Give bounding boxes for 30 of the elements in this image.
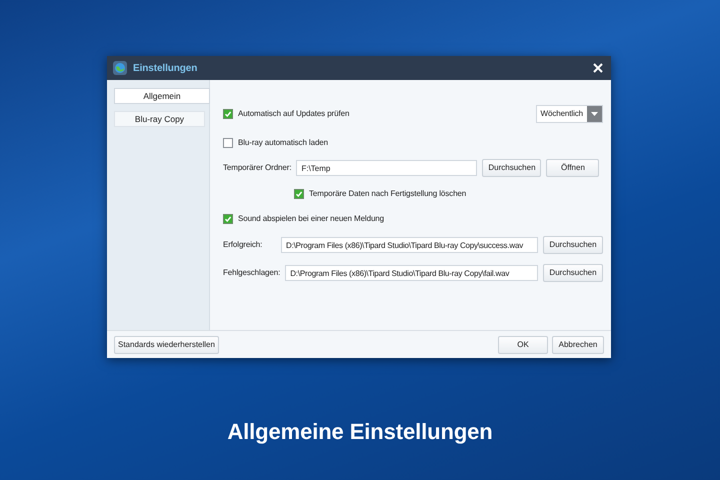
checkbox[interactable] — [223, 138, 233, 148]
frequency-dropdown[interactable]: Wöchentlich — [536, 105, 603, 123]
checkbox[interactable] — [223, 214, 233, 224]
sidebar-tab[interactable]: Allgemein — [114, 88, 210, 104]
window-title: Einstellungen — [133, 62, 198, 76]
button[interactable]: OK — [498, 336, 548, 354]
button[interactable]: Durchsuchen — [482, 159, 542, 177]
field-label: Erfolgreich: — [223, 239, 264, 251]
button[interactable]: Durchsuchen — [543, 264, 603, 282]
checkbox-label: Sound abspielen bei einer neuen Meldung — [238, 213, 384, 225]
caret-icon[interactable] — [587, 106, 602, 122]
checkbox[interactable] — [223, 109, 233, 119]
button[interactable]: Durchsuchen — [543, 236, 603, 254]
app-icon — [113, 61, 127, 75]
path-field[interactable]: D:\Program Files (x86)\Tipard Studio\Tipard Blu-ray Copy\success.wav — [281, 237, 538, 253]
button[interactable]: Abbrechen — [552, 336, 604, 354]
field-label: Fehlgeschlagen: — [223, 267, 280, 279]
button[interactable]: Standards wiederherstellen — [114, 336, 219, 354]
dropdown-value: Wöchentlich — [540, 108, 584, 120]
checkbox-label: Blu-ray automatisch laden — [238, 137, 328, 149]
close-icon[interactable] — [591, 61, 605, 75]
path-field[interactable]: D:\Program Files (x86)\Tipard Studio\Tipard Blu-ray Copy\fail.wav — [285, 265, 538, 281]
checkbox-label: Temporäre Daten nach Fertigstellung löschen — [309, 188, 466, 200]
field-label: Temporärer Ordner: — [223, 162, 292, 174]
checkbox-label: Automatisch auf Updates prüfen — [238, 108, 350, 120]
caption: Allgemeine Einstellungen — [226, 418, 494, 446]
checkbox[interactable] — [294, 189, 304, 199]
button[interactable]: Öffnen — [546, 159, 600, 177]
folder-field[interactable]: F:\Temp — [296, 160, 478, 176]
sidebar-tab[interactable]: Blu-ray Copy — [114, 111, 205, 127]
